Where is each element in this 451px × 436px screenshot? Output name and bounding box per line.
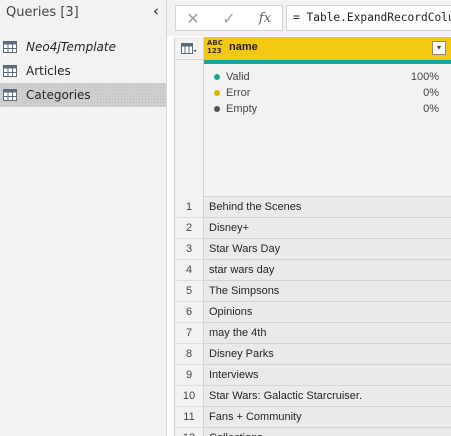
column-name: name — [229, 41, 258, 53]
query-label: Neo4jTemplate — [26, 40, 116, 54]
formula-input[interactable]: = Table.ExpandRecordColu — [286, 5, 451, 31]
cell-name[interactable]: Disney Parks — [204, 344, 451, 365]
row-number: 5 — [175, 281, 204, 302]
row-number: 3 — [175, 239, 204, 260]
query-item-categories[interactable]: Categories — [0, 83, 166, 107]
table-row[interactable]: 5 The Simpsons — [175, 281, 451, 302]
profile-valid: Valid 100% — [204, 69, 451, 85]
type-line-1: ABC — [207, 39, 223, 47]
cell-name[interactable]: The Simpsons — [204, 281, 451, 302]
row-number: 2 — [175, 218, 204, 239]
table-row[interactable]: 3 Star Wars Day — [175, 239, 451, 260]
formula-bar: ✕ ✓ fx = Table.ExpandRecordColu — [167, 0, 451, 36]
profile-value: 0% — [423, 87, 439, 99]
queries-pane: Queries [3] ‹ Neo4jTemplate Articles Cat… — [0, 0, 167, 436]
row-number: 7 — [175, 323, 204, 344]
queries-header: Queries [3] — [6, 5, 79, 20]
table-row[interactable]: 8 Disney Parks — [175, 344, 451, 365]
commit-formula-button[interactable]: ✓ — [218, 9, 240, 29]
cell-name[interactable]: Star Wars Day — [204, 239, 451, 260]
column-filter-dropdown-button[interactable]: ▾ — [432, 41, 446, 55]
cell-name[interactable]: star wars day — [204, 260, 451, 281]
cell-name[interactable]: Disney+ — [204, 218, 451, 239]
valid-dot-icon — [214, 74, 220, 80]
table-row[interactable]: 12Collections — [175, 428, 451, 436]
row-number: 4 — [175, 260, 204, 281]
table-icon — [3, 65, 17, 77]
column-header-name[interactable]: ABC 123 name ▾ — [204, 37, 451, 60]
query-label: Categories — [26, 88, 91, 102]
row-number: 6 — [175, 302, 204, 323]
row-number: 11 — [175, 407, 204, 428]
row-number: 8 — [175, 344, 204, 365]
empty-dot-icon — [214, 106, 220, 112]
cell-name[interactable]: Collections — [204, 428, 451, 436]
cell-name[interactable]: Opinions — [204, 302, 451, 323]
formula-buttons: ✕ ✓ fx — [175, 5, 283, 31]
row-number: 1 — [175, 197, 204, 218]
table-row[interactable]: 10 Star Wars: Galactic Starcruiser. — [175, 386, 451, 407]
row-number: 12 — [175, 428, 204, 436]
cell-name[interactable]: Star Wars: Galactic Starcruiser. — [204, 386, 451, 407]
cell-name[interactable]: may the 4th — [204, 323, 451, 344]
query-label: Articles — [26, 64, 71, 78]
table-menu-icon — [181, 43, 197, 54]
query-item-neo4jtemplate[interactable]: Neo4jTemplate — [0, 35, 166, 59]
data-grid: ABC 123 name ▾ Valid 100% Error 0% Empty… — [174, 37, 451, 436]
table-icon — [3, 89, 17, 101]
type-any-icon[interactable]: ABC 123 — [207, 39, 223, 55]
table-row[interactable]: 4 star wars day — [175, 260, 451, 281]
profile-error: Error 0% — [204, 85, 451, 101]
profile-value: 0% — [423, 103, 439, 115]
error-dot-icon — [214, 90, 220, 96]
collapse-queries-button[interactable]: ‹ — [149, 2, 163, 20]
row-number: 10 — [175, 386, 204, 407]
table-row[interactable]: 11 Fans + Community — [175, 407, 451, 428]
query-item-articles[interactable]: Articles — [0, 59, 166, 83]
profile-label: Empty — [226, 103, 258, 115]
table-row[interactable]: 6 Opinions — [175, 302, 451, 323]
profile-label: Valid — [226, 71, 250, 83]
profile-empty: Empty 0% — [204, 101, 451, 117]
table-row[interactable]: 2 Disney+ — [175, 218, 451, 239]
profile-label: Error — [226, 87, 251, 99]
table-menu-button[interactable] — [175, 37, 204, 60]
insert-function-button[interactable]: fx — [254, 9, 276, 29]
cell-name[interactable]: Fans + Community — [204, 407, 451, 428]
column-quality-profile: Valid 100% Error 0% Empty 0% — [204, 64, 451, 197]
table-icon — [3, 41, 17, 53]
table-row[interactable]: 7 may the 4th — [175, 323, 451, 344]
cancel-formula-button[interactable]: ✕ — [182, 9, 204, 29]
type-line-2: 123 — [207, 47, 222, 55]
profile-value: 100% — [410, 71, 439, 83]
cell-name[interactable]: Behind the Scenes — [204, 197, 451, 218]
table-row[interactable]: 1 Behind the Scenes — [175, 197, 451, 218]
row-number: 9 — [175, 365, 204, 386]
table-row[interactable]: 9 Interviews — [175, 365, 451, 386]
cell-name[interactable]: Interviews — [204, 365, 451, 386]
